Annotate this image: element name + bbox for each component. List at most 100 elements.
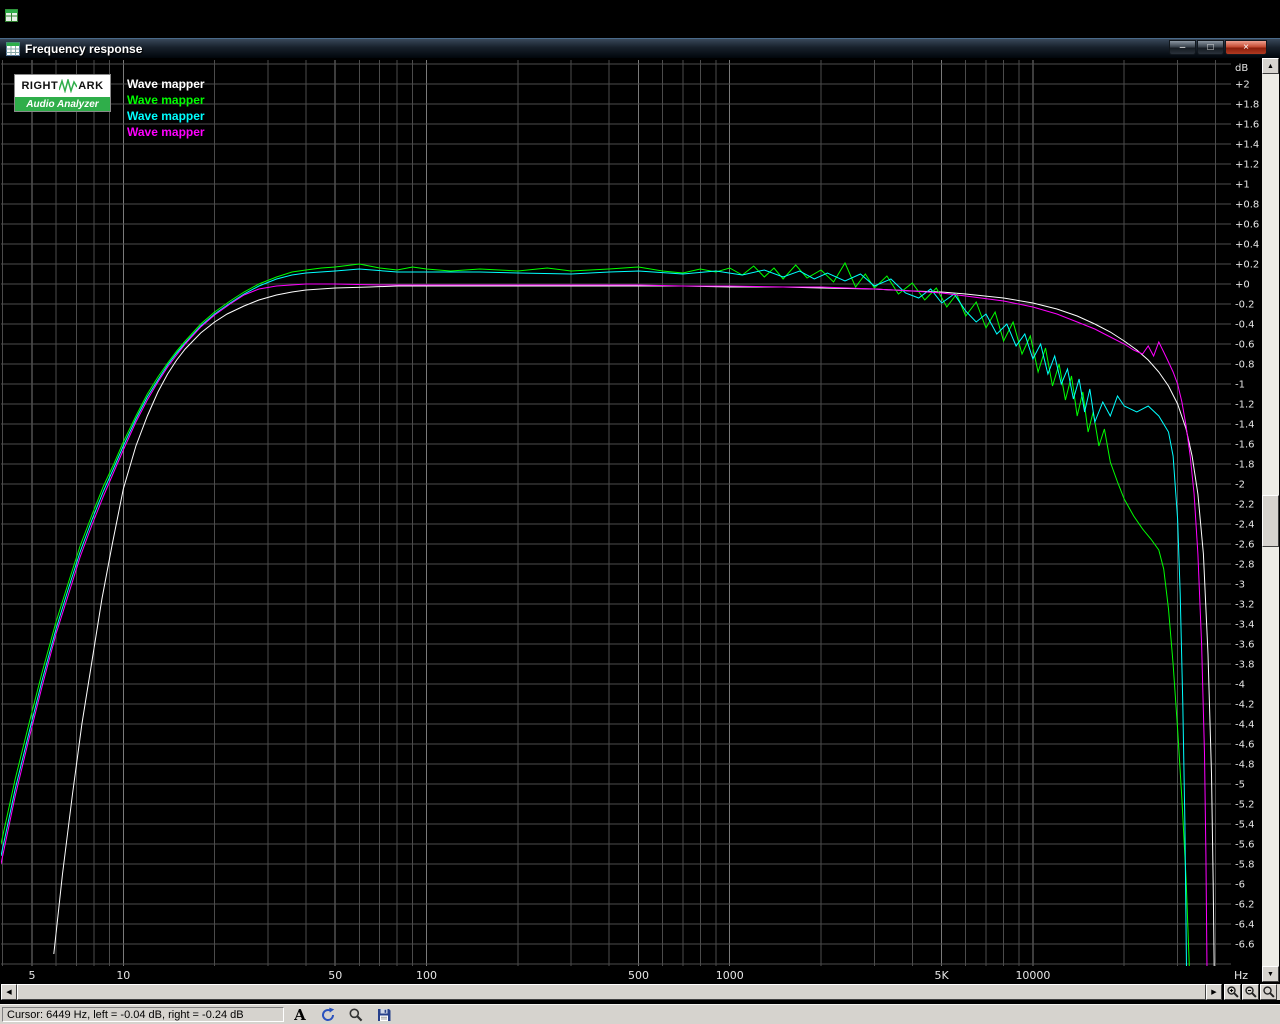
legend-entries: Wave mapper Wave mapper Wave mapper Wave…: [127, 76, 327, 140]
screen: Frequency response – □ × dB +2 +1.8 +1.6 +1.…: [0, 0, 1280, 1024]
svg-text:-1: -1: [1235, 380, 1245, 391]
svg-text:+0.4: +0.4: [1235, 240, 1259, 251]
refresh-icon: [322, 1007, 335, 1021]
zoom-out-icon: [1244, 986, 1257, 998]
window-title: Frequency response: [25, 42, 143, 56]
legend-entry: Wave mapper: [127, 93, 205, 107]
font-button[interactable]: A: [291, 1006, 309, 1024]
svg-text:Hz: Hz: [1234, 969, 1248, 982]
floppy-icon: [378, 1009, 391, 1021]
zoom-out-button[interactable]: [1242, 984, 1259, 1000]
maximize-button[interactable]: □: [1197, 40, 1224, 55]
svg-text:+1.2: +1.2: [1235, 160, 1259, 171]
svg-text:5: 5: [29, 969, 36, 982]
rightmark-logo: RIGHT ARK Audio Analyzer: [14, 74, 111, 112]
svg-text:-6.2: -6.2: [1235, 900, 1255, 911]
svg-text:-3.2: -3.2: [1235, 600, 1255, 611]
status-bar: Cursor: 6449 Hz, left = -0.04 dB, right …: [0, 1004, 1280, 1024]
svg-text:+0.2: +0.2: [1235, 260, 1259, 271]
legend-entry: Wave mapper: [127, 125, 205, 139]
svg-text:5K: 5K: [935, 969, 950, 982]
horizontal-scrollbar[interactable]: ◀ ▶: [1, 984, 1222, 1000]
scroll-right-button[interactable]: ▶: [1206, 984, 1222, 1000]
svg-text:+0.6: +0.6: [1235, 220, 1259, 231]
svg-text:-3.4: -3.4: [1235, 620, 1255, 631]
zoom-reset-icon: [1262, 986, 1275, 998]
svg-text:-1.6: -1.6: [1235, 440, 1255, 451]
zoom-in-button[interactable]: [1224, 984, 1241, 1000]
logo-text-right: ARK: [78, 80, 104, 92]
cursor-readout: Cursor: 6449 Hz, left = -0.04 dB, right …: [2, 1007, 284, 1022]
svg-text:+1.8: +1.8: [1235, 100, 1259, 111]
svg-text:10: 10: [116, 969, 130, 982]
close-button[interactable]: ×: [1225, 40, 1267, 55]
svg-text:+0.8: +0.8: [1235, 200, 1259, 211]
titlebar[interactable]: Frequency response – □ ×: [0, 38, 1280, 58]
svg-text:-0.2: -0.2: [1235, 300, 1255, 311]
svg-text:-6.4: -6.4: [1235, 920, 1255, 931]
zoom-reset-button[interactable]: [1260, 984, 1277, 1000]
svg-text:-3.8: -3.8: [1235, 660, 1255, 671]
svg-text:-4.6: -4.6: [1235, 740, 1255, 751]
status-toolbar: A: [291, 1006, 393, 1024]
scroll-right-icon: ▶: [1211, 989, 1217, 996]
svg-text:-4: -4: [1235, 680, 1245, 691]
close-icon: ×: [1243, 41, 1249, 53]
magnifier-icon: [349, 1008, 363, 1022]
svg-text:-5.4: -5.4: [1235, 820, 1255, 831]
zoom-in-icon: [1226, 986, 1239, 998]
svg-text:-3.6: -3.6: [1235, 640, 1255, 651]
restore-icon: □: [1207, 41, 1214, 53]
svg-text:-2.2: -2.2: [1235, 500, 1255, 511]
svg-text:-1.2: -1.2: [1235, 400, 1255, 411]
window-icon: [6, 42, 20, 56]
desktop-app-icon: [5, 9, 18, 22]
svg-text:1000: 1000: [716, 969, 744, 982]
scroll-left-button[interactable]: ◀: [1, 984, 17, 1000]
svg-text:-0.8: -0.8: [1235, 360, 1255, 371]
svg-text:-4.8: -4.8: [1235, 760, 1255, 771]
vertical-scroll-thumb[interactable]: [1262, 495, 1279, 547]
scroll-left-icon: ◀: [6, 989, 12, 996]
svg-text:-0.4: -0.4: [1235, 320, 1255, 331]
window-controls: – □ ×: [1169, 40, 1267, 55]
svg-text:100: 100: [416, 969, 437, 982]
svg-text:500: 500: [628, 969, 649, 982]
vertical-scrollbar[interactable]: ▲ ▼: [1262, 58, 1279, 982]
svg-text:+2: +2: [1235, 80, 1250, 91]
font-icon: A: [294, 1005, 306, 1024]
svg-text:-4.4: -4.4: [1235, 720, 1255, 731]
svg-text:-2.8: -2.8: [1235, 560, 1255, 571]
logo-text-left: RIGHT: [21, 80, 59, 92]
waveform-icon: [59, 79, 78, 93]
scroll-up-icon: ▲: [1267, 62, 1274, 70]
refresh-button[interactable]: [319, 1006, 337, 1024]
svg-text:-5: -5: [1235, 780, 1245, 791]
svg-text:-5.2: -5.2: [1235, 800, 1255, 811]
svg-text:-0.6: -0.6: [1235, 340, 1255, 351]
scroll-up-button[interactable]: ▲: [1262, 58, 1279, 74]
svg-text:+0: +0: [1235, 280, 1250, 291]
zoom-tool-button[interactable]: [347, 1006, 365, 1024]
svg-text:-6.6: -6.6: [1235, 940, 1255, 951]
logo-subtitle: Audio Analyzer: [15, 97, 110, 111]
scroll-down-icon: ▼: [1267, 970, 1274, 978]
frequency-response-chart[interactable]: dB +2 +1.8 +1.6 +1.4 +1.2 +1 +0.8 +0.6 +0.4 +0.2 +0…: [1, 58, 1259, 982]
svg-text:+1.6: +1.6: [1235, 120, 1259, 131]
svg-text:dB: dB: [1235, 63, 1248, 74]
horizontal-scroll-thumb[interactable]: [17, 984, 1206, 1000]
minimize-icon: –: [1179, 41, 1186, 53]
svg-text:50: 50: [328, 969, 342, 982]
svg-text:+1.4: +1.4: [1235, 140, 1259, 151]
desktop-strip: [0, 0, 1280, 38]
save-button[interactable]: [375, 1006, 393, 1024]
svg-text:-2.6: -2.6: [1235, 540, 1255, 551]
svg-text:-4.2: -4.2: [1235, 700, 1255, 711]
svg-text:-1.8: -1.8: [1235, 460, 1255, 471]
legend-entry: Wave mapper: [127, 109, 205, 123]
minimize-button[interactable]: –: [1169, 40, 1196, 55]
svg-text:-2: -2: [1235, 480, 1245, 491]
legend-entry: Wave mapper: [127, 77, 205, 91]
scroll-down-button[interactable]: ▼: [1262, 966, 1279, 982]
svg-text:-1.4: -1.4: [1235, 420, 1255, 431]
